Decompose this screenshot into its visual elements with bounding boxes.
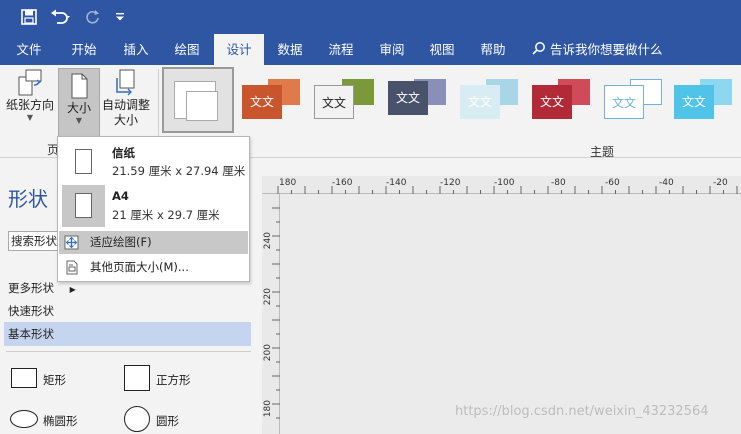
paper-a4-option[interactable]: A4 21 厘米 x 29.7 厘米 (62, 185, 249, 227)
page-icon (62, 185, 105, 227)
ruler-label: 200 (263, 344, 273, 362)
theme-option-5[interactable]: 文文 (528, 67, 600, 133)
size-dropdown-menu: 信纸 21.59 厘米 x 27.94 厘米 A4 21 厘米 x 29.7 厘… (57, 136, 250, 282)
customize-icon[interactable] (112, 6, 128, 28)
paper-name: 信纸 (112, 146, 135, 160)
tab-view[interactable]: 视图 (417, 34, 467, 65)
ellipse-shape-label[interactable]: 椭圆形 (43, 413, 78, 429)
circle-shape-icon[interactable] (124, 406, 150, 432)
ruler-label: -80 (551, 178, 566, 188)
more-shapes-label: 更多形状 (8, 281, 54, 295)
search-icon (532, 35, 546, 66)
autosize-icon (113, 68, 139, 98)
size-label: 大小 (66, 101, 91, 115)
tab-insert[interactable]: 插入 (111, 34, 161, 65)
ruler-label: -60 (605, 178, 620, 188)
theme-option-4[interactable]: 文文 (456, 67, 528, 133)
theme-tile-front: 文文 (314, 85, 354, 119)
rectangle-shape-label[interactable]: 矩形 (43, 372, 66, 388)
chevron-down-icon: ▼ (75, 116, 83, 125)
square-shape-icon[interactable] (124, 365, 150, 391)
redo-icon[interactable] (82, 6, 104, 28)
tab-design[interactable]: 设计 (214, 34, 264, 65)
autosize-button[interactable]: 自动调整 大小 (100, 68, 152, 128)
menu-tabs: 文件 开始 插入 绘图 设计 数据 流程 审阅 视图 帮助 告诉我你想要做什么 (0, 34, 741, 65)
circle-shape-label[interactable]: 圆形 (156, 413, 179, 429)
fit-drawing-option[interactable]: 适应绘图(F) (59, 231, 248, 254)
orientation-label: 纸张方向 (5, 98, 54, 112)
tab-review[interactable]: 审阅 (367, 34, 417, 65)
pane-title: 形状 (8, 187, 48, 211)
ruler-label: -120 (440, 178, 461, 188)
tab-process[interactable]: 流程 (316, 34, 366, 65)
watermark: https://blog.csdn.net/weixin_43232564 (455, 404, 709, 419)
horizontal-ruler: 180 -160 -140 -120 -100 -80 -60 -40 -20 (262, 176, 741, 194)
tab-draw[interactable]: 绘图 (162, 34, 212, 65)
theme-tile-front: 文文 (674, 85, 714, 119)
basic-shapes-item[interactable]: 基本形状 (4, 322, 251, 346)
theme-preview (186, 91, 218, 121)
square-shape-label[interactable]: 正方形 (156, 372, 191, 388)
orientation-button[interactable]: 纸张方向 ▼ (4, 68, 56, 122)
more-shapes-item[interactable]: 更多形状 ▶ (8, 280, 76, 296)
autosize-label-1: 自动调整 (101, 98, 150, 112)
tab-file[interactable]: 文件 (4, 34, 54, 65)
save-icon[interactable] (18, 6, 40, 28)
ruler-label: -20 (713, 178, 728, 188)
more-page-sizes-option[interactable]: 其他页面大小(M)... (59, 256, 248, 279)
paper-dimensions: 21 厘米 x 29.7 厘米 (112, 208, 220, 222)
paper-letter-option[interactable]: 信纸 21.59 厘米 x 27.94 厘米 (62, 141, 249, 183)
page-icon (62, 141, 105, 183)
autosize-label-2: 大小 (113, 113, 138, 127)
ruler-label: -100 (494, 178, 515, 188)
page-setup-icon (64, 260, 79, 275)
themes-group-label: 主题 (590, 145, 615, 159)
drawing-canvas[interactable] (280, 194, 741, 434)
theme-option-1[interactable]: 文文 (238, 67, 310, 133)
size-button[interactable]: 大小 ▼ (58, 68, 100, 138)
tab-home[interactable]: 开始 (58, 34, 110, 65)
theme-tile-front: 文文 (532, 85, 572, 119)
undo-icon[interactable] (48, 6, 74, 28)
theme-gallery: 文文 文文 文文 文文 文文 文文 文文 (162, 67, 741, 133)
ruler-label: 180 (263, 400, 273, 418)
fit-drawing-label: 适应绘图(F) (90, 235, 152, 249)
ruler-label: 240 (263, 232, 273, 250)
tab-help[interactable]: 帮助 (468, 34, 518, 65)
theme-option-3[interactable]: 文文 (384, 67, 456, 133)
quick-access-toolbar (0, 0, 741, 34)
ruler-label: -40 (659, 178, 674, 188)
fit-to-drawing-icon (64, 235, 79, 250)
chevron-down-icon: ▼ (26, 113, 34, 122)
orientation-icon (17, 68, 43, 98)
page-size-icon (66, 71, 92, 101)
theme-tile-front: 文文 (242, 85, 282, 119)
vertical-ruler: 240 220 200 180 (262, 194, 280, 434)
theme-none[interactable] (162, 67, 234, 133)
pane-divider (6, 351, 251, 352)
ruler-label: 180 (279, 178, 297, 188)
more-page-sizes-label: 其他页面大小(M)... (90, 260, 189, 274)
paper-dimensions: 21.59 厘米 x 27.94 厘米 (112, 164, 246, 178)
tell-me-search[interactable]: 告诉我你想要做什么 (532, 34, 663, 65)
paper-name: A4 (112, 189, 129, 203)
ruler-label: -160 (332, 178, 353, 188)
theme-option-2[interactable]: 文文 (310, 67, 382, 133)
theme-tile-front: 文文 (388, 81, 428, 115)
ruler-label: 220 (263, 288, 273, 306)
ruler-ticks (272, 207, 280, 419)
theme-tile-front: 文文 (460, 85, 500, 119)
chevron-right-icon: ▶ (69, 285, 76, 294)
tell-me-label: 告诉我你想要做什么 (550, 42, 663, 57)
rectangle-shape-icon[interactable] (11, 368, 37, 388)
tab-data[interactable]: 数据 (265, 34, 315, 65)
theme-option-6[interactable]: 文文 (600, 67, 672, 133)
theme-option-7[interactable]: 文文 (670, 67, 741, 133)
quick-shapes-item[interactable]: 快速形状 (8, 303, 54, 319)
ellipse-shape-icon[interactable] (10, 410, 38, 428)
theme-tile-front: 文文 (604, 85, 644, 119)
ruler-label: -140 (386, 178, 407, 188)
